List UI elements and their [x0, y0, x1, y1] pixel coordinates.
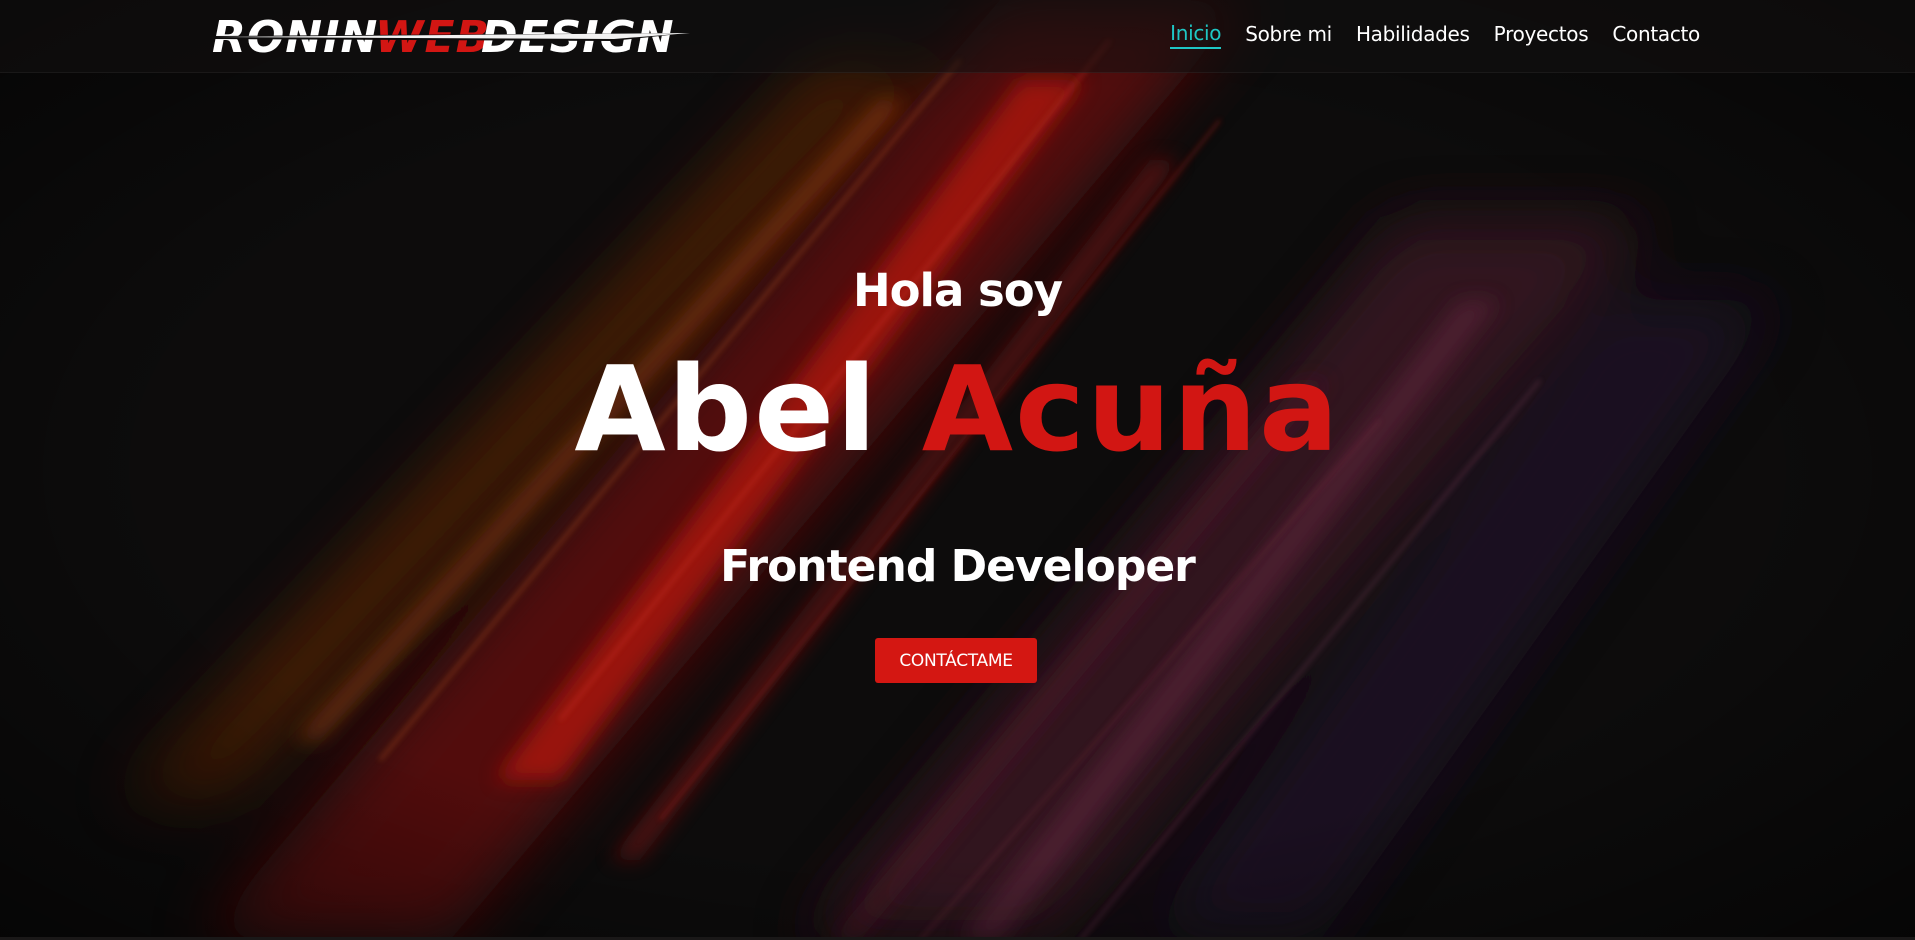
main-nav: Inicio Sobre mi Habilidades Proyectos Co…	[1170, 0, 1700, 70]
hero-last-name: Acuña	[921, 340, 1341, 478]
nav-link-proyectos[interactable]: Proyectos	[1494, 22, 1589, 48]
navbar: RONIN WEB DESIGN Inicio Sobre mi Habilid…	[0, 0, 1915, 73]
nav-item-habilidades: Habilidades	[1356, 22, 1470, 48]
hero-greeting: Hola soy	[852, 264, 1063, 317]
nav-item-contacto: Contacto	[1612, 22, 1700, 48]
hero-section: Hola soy Abel Acuña Frontend Developer C…	[0, 72, 1915, 940]
hero-name: Abel Acuña	[0, 350, 1915, 468]
hero-role: Frontend Developer	[720, 541, 1196, 592]
nav-item-inicio: Inicio	[1170, 21, 1222, 49]
nav-link-sobre-mi[interactable]: Sobre mi	[1245, 22, 1332, 48]
nav-link-contacto[interactable]: Contacto	[1612, 22, 1700, 48]
nav-item-sobre-mi: Sobre mi	[1245, 22, 1332, 48]
nav-link-habilidades[interactable]: Habilidades	[1356, 22, 1470, 48]
hero-first-name: Abel	[574, 340, 879, 478]
contact-me-button[interactable]: CONTÁCTAME	[875, 638, 1037, 683]
nav-link-inicio[interactable]: Inicio	[1170, 21, 1222, 49]
page: RONIN WEB DESIGN Inicio Sobre mi Habilid…	[0, 0, 1915, 940]
nav-item-proyectos: Proyectos	[1494, 22, 1589, 48]
brand-logo[interactable]: RONIN WEB DESIGN	[212, 10, 692, 63]
